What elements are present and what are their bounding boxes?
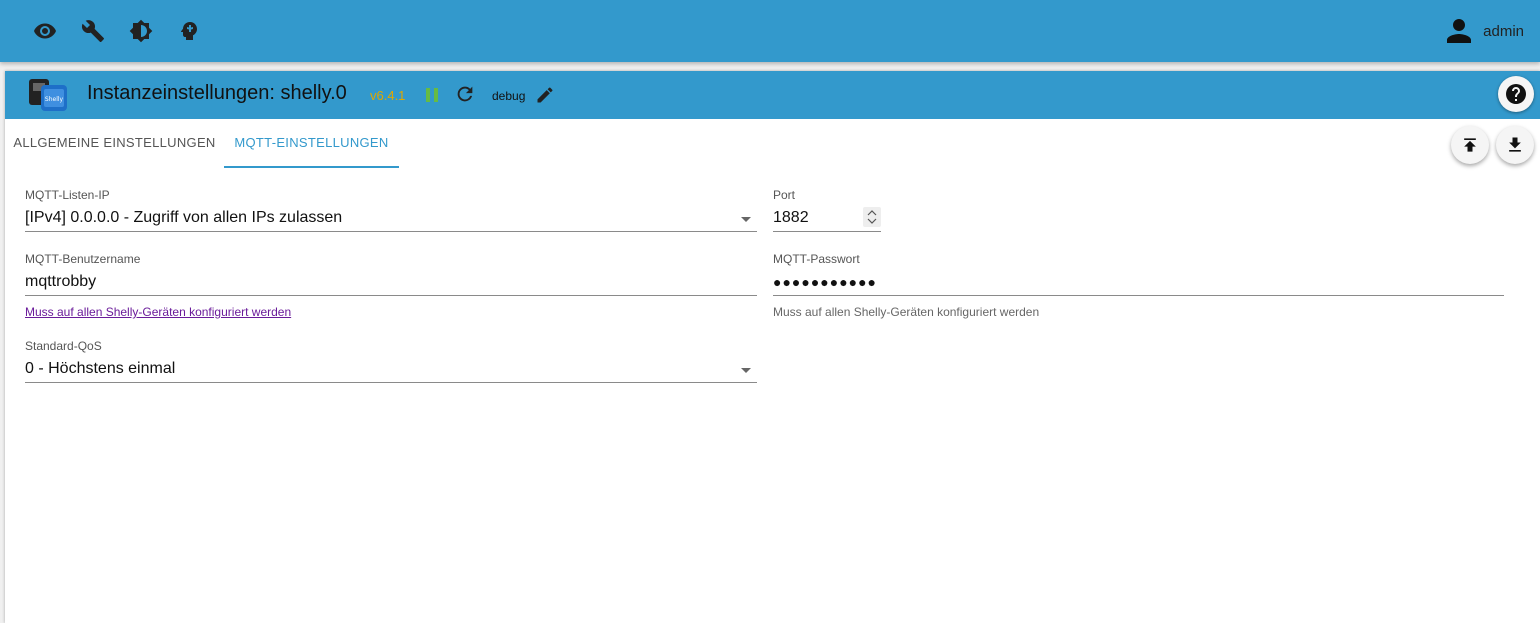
user-name: admin bbox=[1483, 22, 1524, 40]
help-button[interactable] bbox=[1498, 76, 1534, 112]
pause-icon[interactable] bbox=[422, 85, 442, 105]
listen-ip-select[interactable]: [IPv4] 0.0.0.0 - Zugriff von allen IPs z… bbox=[25, 207, 757, 232]
account-icon bbox=[1447, 19, 1472, 43]
password-helper: Muss auf allen Shelly-Geräten konfigurie… bbox=[773, 305, 1040, 319]
help-icon bbox=[1506, 84, 1526, 104]
download-button[interactable] bbox=[1496, 126, 1534, 164]
port-label: Port bbox=[773, 188, 796, 202]
port-input[interactable]: 1882 bbox=[773, 207, 881, 232]
username-label: MQTT-Benutzername bbox=[25, 252, 141, 266]
qos-select[interactable]: 0 - Höchstens einmal bbox=[25, 358, 757, 383]
username-helper-link[interactable]: Muss auf allen Shelly-Geräten konfigurie… bbox=[25, 305, 291, 319]
brightness-icon[interactable] bbox=[129, 19, 153, 43]
password-label: MQTT-Passwort bbox=[773, 252, 860, 266]
chevron-down-icon bbox=[741, 368, 751, 373]
username-input[interactable]: mqttrobby bbox=[25, 271, 757, 296]
top-app-bar: admin bbox=[0, 0, 1540, 62]
port-stepper[interactable] bbox=[863, 207, 881, 227]
eye-icon[interactable] bbox=[33, 19, 57, 43]
page-title: Instanzeinstellungen: shelly.0 bbox=[87, 82, 347, 104]
log-level: debug bbox=[492, 89, 526, 103]
panel-header: Shelly Instanzeinstellungen: shelly.0 v6… bbox=[5, 71, 1540, 119]
settings-tabs: Allgemeine Einstellungen MQTT-Einstellun… bbox=[5, 119, 1540, 168]
tab-general-settings[interactable]: Allgemeine Einstellungen bbox=[5, 119, 224, 166]
port-value: 1882 bbox=[773, 209, 809, 226]
qos-value: 0 - Höchstens einmal bbox=[25, 360, 176, 377]
refresh-icon[interactable] bbox=[454, 83, 476, 105]
username-value: mqttrobby bbox=[25, 273, 97, 290]
wrench-icon[interactable] bbox=[81, 19, 105, 43]
password-value: ●●●●●●●●●●● bbox=[773, 274, 878, 290]
listen-ip-label: MQTT-Listen-IP bbox=[25, 188, 110, 202]
listen-ip-value: [IPv4] 0.0.0.0 - Zugriff von allen IPs z… bbox=[25, 209, 343, 226]
svg-text:Shelly: Shelly bbox=[45, 96, 64, 103]
instance-settings-panel: Shelly Instanzeinstellungen: shelly.0 v6… bbox=[5, 71, 1540, 623]
user-menu[interactable]: admin bbox=[1441, 14, 1524, 48]
download-icon bbox=[1509, 137, 1521, 152]
shelly-logo-icon: Shelly bbox=[29, 79, 67, 111]
chevron-down-icon bbox=[741, 217, 751, 222]
upload-button[interactable] bbox=[1451, 126, 1489, 164]
stepper-arrows-icon bbox=[867, 210, 877, 224]
qos-label: Standard-QoS bbox=[25, 339, 102, 353]
upload-icon bbox=[1464, 138, 1476, 152]
version-badge: v6.4.1 bbox=[370, 88, 406, 103]
pencil-icon[interactable] bbox=[535, 85, 555, 105]
password-input[interactable]: ●●●●●●●●●●● bbox=[773, 271, 1504, 296]
head-icon[interactable] bbox=[177, 19, 201, 43]
tab-mqtt-settings[interactable]: MQTT-Einstellungen bbox=[224, 119, 399, 168]
